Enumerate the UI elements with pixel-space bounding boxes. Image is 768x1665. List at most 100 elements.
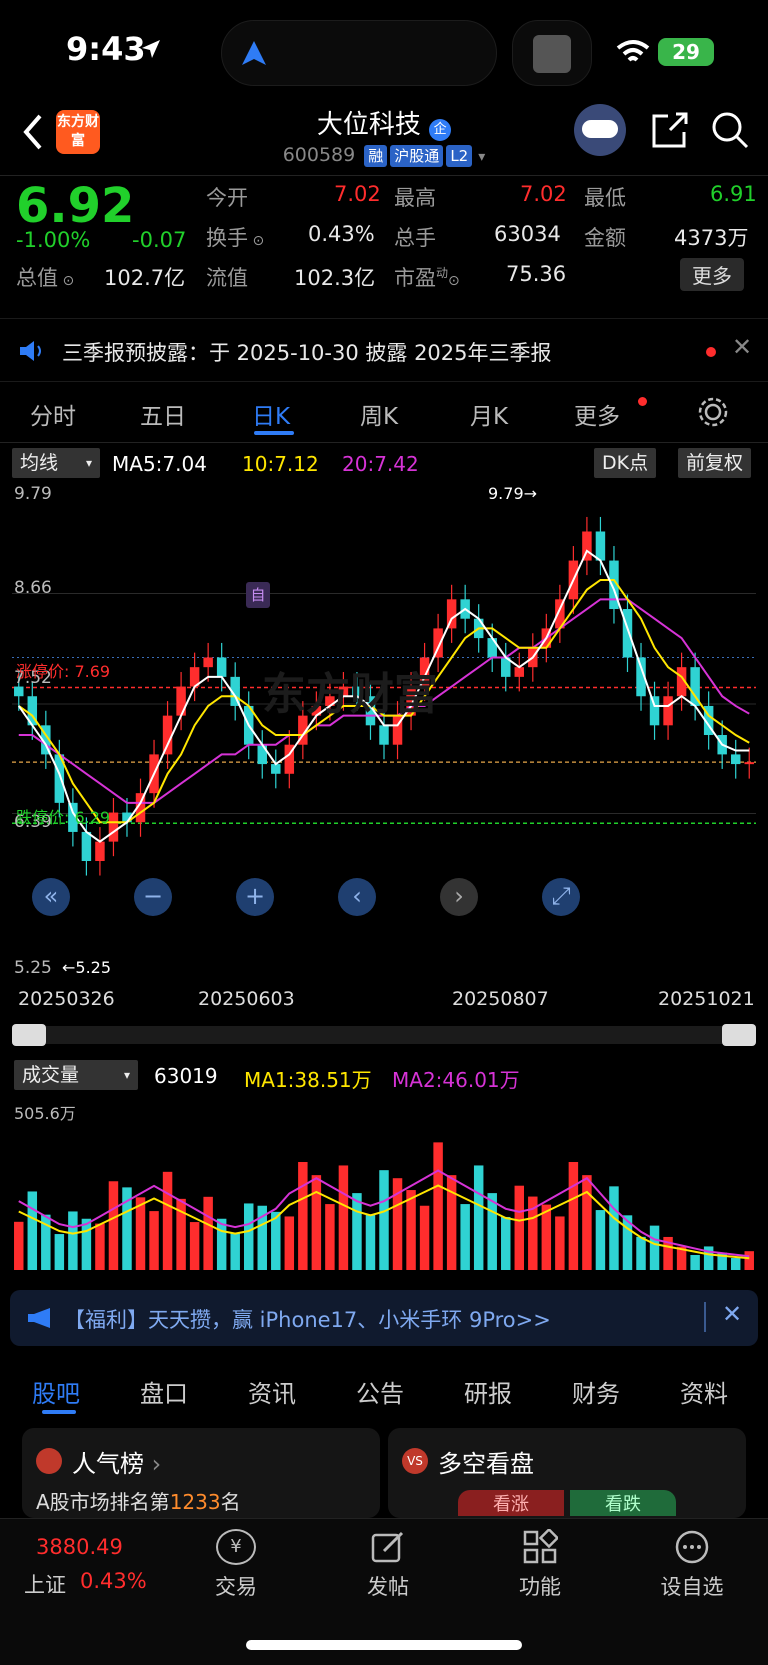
y-label-2: 8.66 <box>14 578 52 598</box>
popularity-card[interactable]: 人气榜 › A股市场排名第1233名 <box>22 1428 380 1518</box>
bear-button[interactable]: 看跌 <box>570 1490 676 1516</box>
volume-bar <box>108 1181 119 1270</box>
tag-margin: 融 <box>364 145 388 167</box>
volume-bar <box>203 1196 213 1270</box>
candle-body <box>216 657 227 677</box>
jump-start-button[interactable]: « <box>32 878 70 916</box>
volume-bar <box>433 1142 443 1270</box>
bull-button[interactable]: 看涨 <box>458 1490 564 1516</box>
volume-bar <box>365 1214 376 1270</box>
tab-monthly-k[interactable]: 月K <box>470 397 508 431</box>
candle-body <box>379 725 389 745</box>
zoom-out-button[interactable]: − <box>134 878 172 916</box>
move-right-button[interactable]: › <box>440 878 478 916</box>
tab-news[interactable]: 资讯 <box>248 1374 296 1409</box>
more-button[interactable]: 更多 <box>680 258 744 291</box>
promo-banner[interactable]: 【福利】天天攒，赢 iPhone17、小米手环 9Pro>> ✕ <box>10 1290 758 1346</box>
tab-orderbook[interactable]: 盘口 <box>140 1374 188 1409</box>
index-name[interactable]: 上证 <box>24 1569 66 1599</box>
date-label-3: 20250807 <box>452 988 549 1010</box>
close-icon[interactable]: ✕ <box>732 333 752 361</box>
trade-icon: ¥ <box>216 1529 256 1565</box>
date-label-1: 20250326 <box>18 988 115 1010</box>
tab-underline <box>254 431 294 435</box>
notice-text: 三季报预披露：于 2025-10-30 披露 2025年三季报 <box>62 341 552 365</box>
volume-svg <box>14 1142 754 1270</box>
add-watchlist-button[interactable]: 设自选 <box>642 1571 742 1601</box>
quote-panel: 6.92 -1.00% -0.07 总值 ⊙ 102.7亿 今开 7.02 最高… <box>0 178 768 318</box>
candle-body <box>81 831 92 862</box>
up-limit-label: 涨停价: 7.69 <box>16 662 111 681</box>
volume-bar <box>95 1223 105 1270</box>
chart-period-tabs: 分时 五日 日K 周K 月K 更多 <box>0 383 768 443</box>
settings-gear-icon[interactable] <box>696 395 730 429</box>
promo-close-icon[interactable]: ✕ <box>722 1300 742 1328</box>
tab-weekly-k[interactable]: 周K <box>360 397 398 431</box>
fullscreen-button[interactable]: ⤢ <box>542 878 580 916</box>
volume-readout: 63019 <box>154 1064 218 1088</box>
volume-bar <box>338 1165 349 1270</box>
open-value: 7.02 <box>334 182 381 206</box>
trade-button[interactable]: 交易 <box>186 1571 286 1601</box>
dk-point-button[interactable]: DK点 <box>594 448 657 478</box>
volume-bar <box>541 1204 552 1270</box>
zoom-in-button[interactable]: + <box>236 878 274 916</box>
date-label-2: 20250603 <box>198 988 295 1010</box>
volume-indicator-select[interactable]: 成交量 ▾ <box>14 1060 138 1090</box>
low-value: 6.91 <box>710 182 757 206</box>
popularity-rank: A股市场排名第1233名 <box>36 1490 241 1514</box>
vol-ma1-readout: MA1:38.51万 <box>244 1068 372 1092</box>
watermark: 东方财富 <box>262 669 438 720</box>
volume-bar <box>730 1258 741 1270</box>
adjust-button[interactable]: 前复权 <box>678 448 752 478</box>
tag-connect: 沪股通 <box>390 145 444 167</box>
volume-bar <box>514 1185 525 1270</box>
bull-bear-card[interactable]: VS 多空看盘 看涨 看跌 <box>388 1428 746 1518</box>
volume-bar <box>636 1236 646 1270</box>
self-select-marker: 自 <box>246 582 270 608</box>
candle-body <box>730 754 741 765</box>
kline-chart[interactable]: 9.79 8.66 7.52 6.39 5.25 9.79→ ←5.25 涨停价… <box>12 478 756 978</box>
search-icon[interactable] <box>710 110 750 150</box>
candle-body <box>108 812 119 842</box>
vs-icon: VS <box>402 1448 428 1474</box>
tab-daily-k[interactable]: 日K <box>252 397 290 431</box>
volume-bar <box>81 1218 92 1270</box>
tab-more[interactable]: 更多 <box>574 397 620 431</box>
tab-intraday[interactable]: 分时 <box>30 397 76 431</box>
indicator-select[interactable]: 均线 ▾ <box>12 448 100 478</box>
function-button[interactable]: 功能 <box>490 1571 590 1601</box>
volume-bar <box>406 1190 416 1270</box>
move-left-button[interactable]: ‹ <box>338 878 376 916</box>
volume-bar <box>595 1210 606 1270</box>
range-handle-right[interactable] <box>722 1024 756 1046</box>
volume-bar <box>149 1211 159 1270</box>
tab-research[interactable]: 研报 <box>464 1374 512 1409</box>
tab-five-day[interactable]: 五日 <box>140 397 186 431</box>
range-scrollbar[interactable] <box>12 1024 756 1046</box>
volume-bar <box>501 1216 511 1270</box>
volume-max-label: 505.6万 <box>14 1104 76 1123</box>
candle-body <box>95 841 105 862</box>
range-handle-left[interactable] <box>12 1024 46 1046</box>
post-button[interactable]: 发帖 <box>338 1571 438 1601</box>
tab-profile[interactable]: 资料 <box>680 1374 728 1409</box>
notice-bar[interactable]: 三季报预披露：于 2025-10-30 披露 2025年三季报 ✕ <box>0 318 768 382</box>
ma10-readout: 10:7.12 <box>242 452 319 476</box>
tab-finance[interactable]: 财务 <box>572 1374 620 1409</box>
tab-forum[interactable]: 股吧 <box>32 1374 80 1409</box>
volume-bar <box>311 1175 322 1270</box>
volume-bar <box>284 1216 295 1270</box>
max-marker: 9.79→ <box>488 484 538 503</box>
status-time: 9:43 <box>66 30 146 68</box>
amount-label: 金额 <box>584 226 626 250</box>
more-dots-icon <box>675 1530 709 1564</box>
share-icon[interactable] <box>650 110 690 150</box>
candle-body <box>663 696 673 726</box>
low-label: 最低 <box>584 186 626 210</box>
high-label: 最高 <box>394 186 436 210</box>
pe-value: 75.36 <box>506 262 567 286</box>
tab-announcements[interactable]: 公告 <box>356 1374 404 1409</box>
volume-chart[interactable]: 505.6万 <box>12 1100 756 1280</box>
robot-avatar[interactable] <box>574 104 626 156</box>
